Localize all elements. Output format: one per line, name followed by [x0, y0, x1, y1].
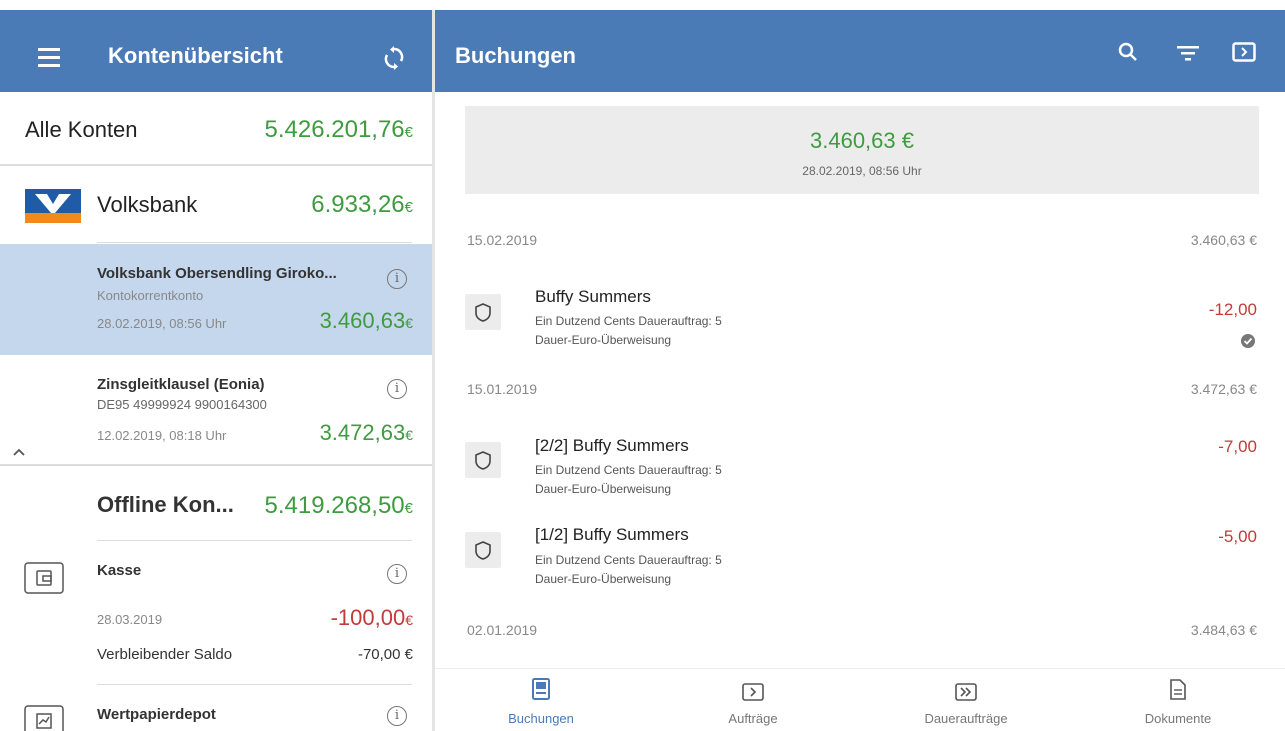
all-accounts-row[interactable]: Alle Konten 5.426.201,76€: [0, 92, 432, 164]
info-icon[interactable]: i: [387, 379, 407, 399]
transactions-appbar: Buchungen: [435, 10, 1285, 92]
transaction-title: Buffy Summers: [535, 287, 651, 306]
shield-icon: [475, 451, 491, 470]
booked-check-icon: [1241, 334, 1255, 348]
balance-summary-card: 3.460,63 € 28.02.2019, 08:56 Uhr: [465, 106, 1259, 194]
account-amount: 3.472,63€: [319, 420, 413, 445]
nav-label: Dokumente: [1144, 711, 1212, 726]
nav-buchungen[interactable]: Buchungen: [435, 669, 647, 731]
nav-dauerauftraege[interactable]: Daueraufträge: [860, 669, 1072, 731]
nav-label: Aufträge: [728, 711, 778, 726]
nav-label: Daueraufträge: [924, 711, 1008, 726]
panel-divider: [432, 10, 435, 731]
standing-order-icon: [955, 683, 977, 701]
transaction-type: Dauer-Euro-Überweisung: [535, 572, 672, 586]
bottom-navigation: Buchungen Aufträge Daueraufträge Dokumen…: [435, 668, 1285, 731]
filter-icon[interactable]: [1177, 44, 1199, 62]
refresh-icon[interactable]: [383, 46, 405, 70]
transaction-type: Dauer-Euro-Überweisung: [535, 482, 672, 496]
transactions-icon: [532, 678, 550, 700]
group-balance: 3.484,63 €: [1190, 622, 1257, 638]
account-item[interactable]: Zinsgleitklausel (Eonia) i DE95 49999924…: [0, 356, 432, 464]
order-icon: [742, 683, 764, 701]
info-icon[interactable]: i: [387, 564, 407, 584]
status-area: [0, 0, 1285, 10]
account-item[interactable]: Volksbank Obersendling Giroko... i Konto…: [0, 244, 432, 355]
divider: [97, 242, 412, 243]
chevron-up-icon[interactable]: [12, 447, 26, 457]
accounts-title: Kontenübersicht: [108, 43, 283, 68]
bank-amount: 6.933,26€: [311, 191, 413, 218]
account-date: 28.02.2019, 08:56 Uhr: [97, 316, 227, 331]
bank-name: Volksbank: [97, 192, 198, 217]
offline-amount: 5.419.268,50€: [264, 492, 413, 519]
balance-amount: 3.460,63 €: [810, 128, 914, 153]
account-amount: 3.460,63€: [319, 308, 413, 333]
transaction-purpose: Ein Dutzend Cents Dauerauftrag: 5: [535, 553, 722, 567]
transfer-icon[interactable]: [1232, 42, 1256, 62]
info-icon[interactable]: i: [387, 706, 407, 726]
group-date: 15.01.2019: [467, 381, 538, 397]
transaction-title: [2/2] Buffy Summers: [535, 436, 689, 455]
transaction-purpose: Ein Dutzend Cents Dauerauftrag: 5: [535, 463, 722, 477]
remaining-balance-label: Verbleibender Saldo: [97, 646, 233, 663]
transaction-amount: -12,00: [1208, 300, 1257, 319]
divider: [97, 684, 412, 685]
nav-dokumente[interactable]: Dokumente: [1072, 669, 1284, 731]
transaction-tile: [465, 442, 501, 478]
menu-icon[interactable]: [38, 48, 60, 67]
account-amount: -100,00€: [330, 605, 413, 630]
transaction-type: Dauer-Euro-Überweisung: [535, 333, 672, 347]
group-balance: 3.472,63 €: [1190, 381, 1257, 397]
transaction-item[interactable]: Buffy Summers Ein Dutzend Cents Dauerauf…: [435, 270, 1285, 360]
offline-account-item[interactable]: Wertpapierdepot i: [0, 686, 432, 731]
nav-auftraege[interactable]: Aufträge: [647, 669, 859, 731]
account-date: 28.03.2019: [97, 612, 163, 627]
wallet-icon: [24, 562, 64, 594]
transaction-tile: [465, 532, 501, 568]
account-name: Wertpapierdepot: [97, 706, 216, 723]
account-name: Kasse: [97, 562, 142, 579]
group-date: 15.02.2019: [467, 232, 538, 248]
transaction-item[interactable]: [2/2] Buffy Summers Ein Dutzend Cents Da…: [435, 420, 1285, 505]
transaction-amount: -7,00: [1218, 437, 1257, 456]
info-icon[interactable]: i: [387, 269, 407, 289]
all-accounts-label: Alle Konten: [25, 117, 138, 142]
accounts-appbar: Kontenübersicht: [0, 10, 432, 92]
offline-accounts-row[interactable]: Offline Kon... 5.419.268,50€: [0, 466, 432, 540]
transaction-amount: -5,00: [1218, 527, 1257, 546]
shield-icon: [475, 303, 491, 322]
group-balance: 3.460,63 €: [1190, 232, 1257, 248]
account-date: 12.02.2019, 08:18 Uhr: [97, 428, 227, 443]
bank-row-volksbank[interactable]: Volksbank 6.933,26€: [0, 166, 432, 244]
divider: [97, 540, 412, 541]
chart-icon: [24, 705, 64, 731]
account-type: Kontokorrentkonto: [97, 288, 204, 303]
document-icon: [1170, 679, 1186, 700]
transactions-title: Buchungen: [455, 43, 576, 68]
group-date: 02.01.2019: [467, 622, 538, 638]
search-icon[interactable]: [1118, 42, 1138, 62]
offline-name: Offline Kon...: [97, 492, 234, 517]
all-accounts-amount: 5.426.201,76€: [264, 116, 413, 143]
account-name: Volksbank Obersendling Giroko...: [97, 265, 337, 282]
offline-account-item[interactable]: Kasse i 28.03.2019 -100,00€ Verbleibende…: [0, 542, 432, 682]
transaction-item[interactable]: [1/2] Buffy Summers Ein Dutzend Cents Da…: [435, 505, 1285, 600]
transaction-title: [1/2] Buffy Summers: [535, 525, 689, 544]
balance-date: 28.02.2019, 08:56 Uhr: [802, 164, 922, 178]
remaining-balance-value: -70,00 €: [357, 646, 413, 663]
account-name: Zinsgleitklausel (Eonia): [97, 376, 265, 393]
transaction-purpose: Ein Dutzend Cents Dauerauftrag: 5: [535, 314, 722, 328]
volksbank-logo: [25, 189, 81, 223]
shield-icon: [475, 541, 491, 560]
account-iban: DE95 49999924 9900164300: [97, 397, 267, 412]
nav-label: Buchungen: [508, 711, 574, 726]
transaction-tile: [465, 294, 501, 330]
